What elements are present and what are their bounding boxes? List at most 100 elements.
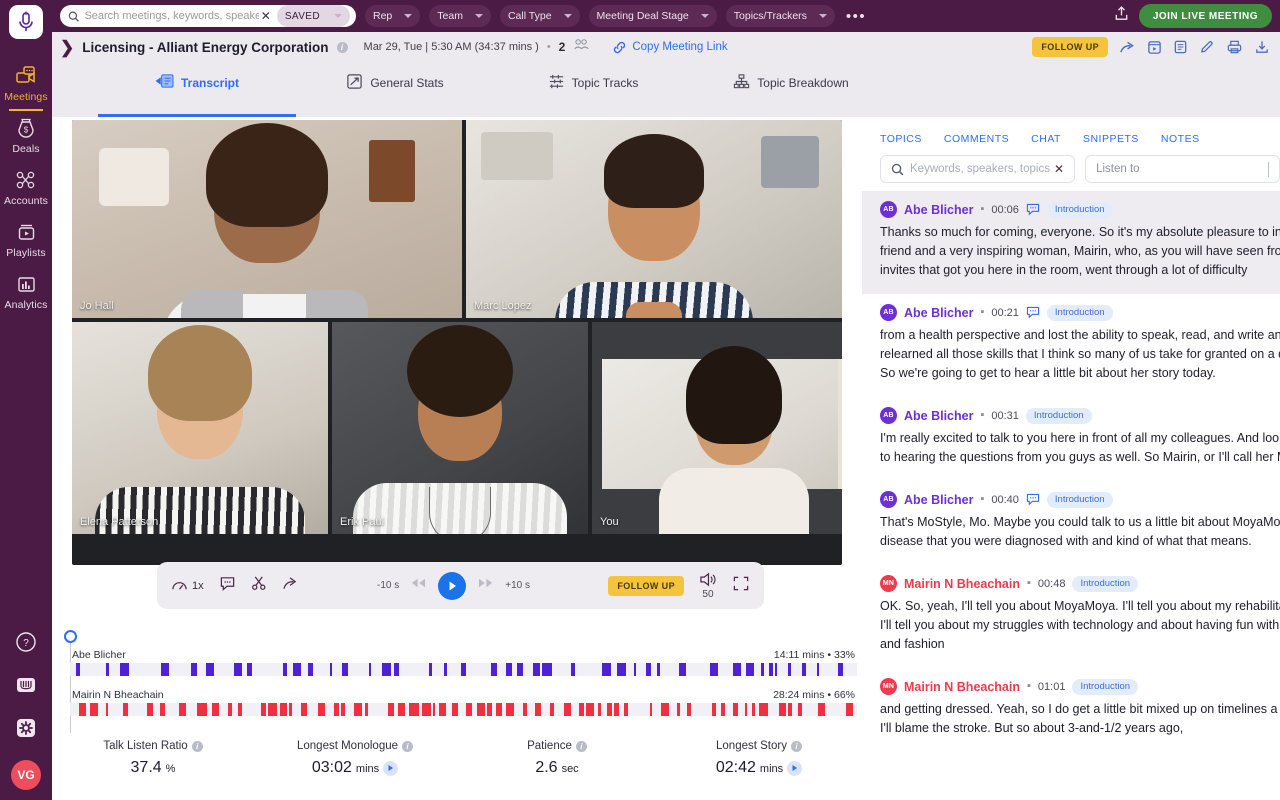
metric-play-icon[interactable] [383,760,399,776]
topic-badge[interactable]: Introduction [1046,304,1113,321]
transcript-utterance[interactable]: AB Abe Blicher ▪ 00:21 Introduction from a he… [862,294,1280,397]
video-clip-icon[interactable] [1147,39,1162,55]
transcript-utterance[interactable]: AB Abe Blicher ▪ 00:06 Introduction Thanks so… [862,191,1280,294]
forward-button[interactable] [477,576,494,595]
listen-to-dropdown[interactable]: Listen to [1085,155,1280,183]
library-icon[interactable] [15,674,37,701]
comment-icon[interactable] [219,575,236,596]
transcript-utterance[interactable]: MN Mairin N Bheachain ▪ 00:48 Introduction OK… [862,565,1280,668]
speaker-name[interactable]: Abe Blicher [904,203,973,217]
timeline-row-abe[interactable]: Abe Blicher 14:11 mins • 33% [70,649,857,676]
upload-share-icon[interactable] [1113,5,1130,27]
share-arrow-icon[interactable] [282,576,299,596]
more-filters-icon[interactable]: ••• [844,8,868,25]
search-input[interactable] [84,10,259,22]
video-tile-4[interactable]: You [592,322,842,534]
chevron-right-icon[interactable]: ❯ [60,39,74,56]
clear-transcript-search-icon[interactable]: ✕ [1052,163,1070,175]
video-stage[interactable]: Jo Hall Marc Lopez Elena Patterson Erik … [72,120,842,565]
panel-tab-notes[interactable]: NOTES [1161,133,1200,145]
video-tile-2[interactable]: Elena Patterson [72,322,328,534]
transcript-feed[interactable]: AB Abe Blicher ▪ 00:06 Introduction Thanks so… [862,183,1280,752]
sidebar-item-meetings[interactable]: Meetings [0,57,52,111]
player-follow-up-button[interactable]: FOLLOW UP [608,575,684,596]
play-button[interactable] [438,571,467,600]
video-tile-0[interactable]: Jo Hall [72,120,462,318]
download-icon[interactable] [1254,39,1270,55]
comment-icon[interactable] [1026,306,1040,319]
volume-control[interactable]: 50 [698,571,718,600]
clear-search-icon[interactable]: ✕ [259,10,277,22]
filter-call-type[interactable]: Call Type [499,5,580,27]
panel-tab-snippets[interactable]: SNIPPETS [1083,133,1139,145]
print-icon[interactable] [1226,39,1243,55]
sidebar-item-playlists[interactable]: Playlists [0,213,52,265]
help-icon[interactable]: ? [15,631,37,658]
timeline-bar[interactable] [70,663,857,676]
tab-general-stats[interactable]: General Stats [296,62,494,117]
settings-gear-icon[interactable] [15,717,37,744]
filter-rep[interactable]: Rep [365,5,421,27]
topic-badge[interactable]: Introduction [1072,575,1139,592]
panel-tab-comments[interactable]: COMMENTS [944,133,1009,145]
filter-topics-trackers[interactable]: Topics/Trackers [725,5,835,27]
playback-speed-button[interactable]: 1x [171,578,204,593]
topic-badge[interactable]: Introduction [1025,407,1092,424]
comment-icon[interactable] [1026,203,1040,216]
video-tile-3[interactable]: Erik Paul [332,322,588,534]
app-logo[interactable] [9,5,43,39]
utterance-timestamp[interactable]: 00:40 [991,494,1019,506]
speaker-name[interactable]: Abe Blicher [904,306,973,320]
share-icon[interactable] [1119,40,1136,55]
follow-up-button[interactable]: FOLLOW UP [1032,37,1108,57]
info-icon[interactable]: i [336,41,348,53]
speaker-name[interactable]: Abe Blicher [904,493,973,507]
speaker-name[interactable]: Abe Blicher [904,409,973,423]
panel-tab-chat[interactable]: CHAT [1031,133,1061,145]
join-live-meeting-button[interactable]: JOIN LIVE MEETING [1138,4,1272,28]
comment-icon[interactable] [1026,493,1040,506]
sidebar-item-deals[interactable]: $ Deals [0,109,52,161]
metric-play-icon[interactable] [787,760,803,776]
utterance-timestamp[interactable]: 00:21 [991,307,1019,319]
copy-meeting-link-button[interactable]: Copy Meeting Link [612,40,728,55]
utterance-timestamp[interactable]: 00:48 [1038,578,1066,590]
saved-filter-dropdown[interactable]: SAVED [276,5,350,27]
info-icon[interactable]: i [402,740,414,752]
transcript-utterance[interactable]: AB Abe Blicher ▪ 00:31 Introduction I'm reall… [862,397,1280,481]
tab-topic-tracks[interactable]: Topic Tracks [494,62,692,117]
scissors-icon[interactable] [251,575,267,596]
panel-tab-topics[interactable]: TOPICS [880,133,922,145]
rewind-button[interactable] [410,576,427,595]
topic-badge[interactable]: Introduction [1046,201,1113,218]
filter-team[interactable]: Team [429,5,491,27]
topic-badge[interactable]: Introduction [1072,678,1139,695]
timeline-bar[interactable] [70,703,857,716]
info-icon[interactable]: i [575,740,587,752]
timeline-row-mairin[interactable]: Mairin N Bheachain 28:24 mins • 66% [70,689,857,716]
transcript-search-input[interactable] [910,163,1052,175]
utterance-timestamp[interactable]: 00:06 [991,204,1019,216]
speaker-timeline[interactable]: Abe Blicher 14:11 mins • 33% Mairin N Bh… [62,625,857,735]
global-search[interactable]: ✕ SAVED [60,5,356,27]
notes-icon[interactable] [1173,39,1188,55]
edit-pencil-icon[interactable] [1199,39,1215,55]
transcript-utterance[interactable]: MN Mairin N Bheachain ▪ 01:01 Introduction an… [862,668,1280,752]
speaker-name[interactable]: Mairin N Bheachain [904,577,1020,591]
topic-badge[interactable]: Introduction [1046,491,1113,508]
filter-meeting-deal-stage[interactable]: Meeting Deal Stage [588,5,717,27]
avatar[interactable]: VG [11,760,41,790]
tab-transcript[interactable]: Transcript [98,62,296,117]
utterance-timestamp[interactable]: 00:31 [991,410,1019,422]
sidebar-item-analytics[interactable]: Analytics [0,265,52,317]
utterance-timestamp[interactable]: 01:01 [1038,681,1066,693]
info-icon[interactable]: i [790,740,802,752]
sidebar-item-accounts[interactable]: Accounts [0,161,52,213]
tab-topic-breakdown[interactable]: Topic Breakdown [692,62,890,117]
transcript-utterance[interactable]: AB Abe Blicher ▪ 00:40 Introduction That's Mo… [862,481,1280,565]
info-icon[interactable]: i [191,740,203,752]
expand-icon[interactable] [732,575,750,597]
transcript-search[interactable]: ✕ [880,155,1076,183]
speaker-name[interactable]: Mairin N Bheachain [904,680,1020,694]
playhead-handle-icon[interactable] [64,630,77,643]
